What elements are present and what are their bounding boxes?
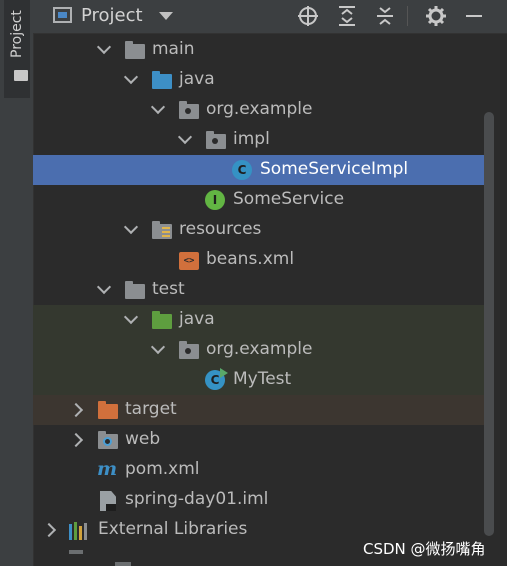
tree-item-someservice[interactable]: I SomeService — [33, 185, 493, 215]
resources-folder-icon — [152, 221, 172, 239]
chevron-down-icon[interactable] — [159, 12, 173, 20]
tree-item-test[interactable]: test — [33, 275, 493, 305]
tree-item-beans-xml[interactable]: <> beans.xml — [33, 245, 493, 275]
package-icon — [206, 131, 226, 149]
chevron-down-icon[interactable] — [177, 129, 193, 145]
package-icon — [179, 101, 199, 119]
tree-item-label: web — [125, 429, 161, 449]
chevron-right-icon[interactable] — [68, 402, 84, 418]
test-class-icon: C — [205, 368, 228, 390]
chevron-down-icon[interactable] — [150, 99, 166, 115]
tree-item-iml[interactable]: spring-day01.iml — [33, 485, 493, 515]
web-folder-icon — [98, 431, 118, 449]
project-tree: main java org.example impl C SomeService… — [33, 34, 507, 566]
source-folder-icon — [152, 71, 172, 89]
class-icon: C — [232, 160, 252, 180]
tree-item-label: target — [125, 399, 177, 419]
vertical-scrollbar[interactable] — [484, 112, 494, 536]
tree-item-label: test — [152, 279, 185, 299]
tree-item-label: SomeServiceImpl — [260, 159, 409, 179]
view-selector-title[interactable]: Project — [81, 5, 143, 26]
tree-item-label: org.example — [206, 99, 313, 119]
chevron-down-icon[interactable] — [123, 219, 139, 235]
settings-icon[interactable] — [425, 5, 447, 27]
tree-item-mytest[interactable]: C MyTest — [33, 365, 493, 395]
tree-item-pom-xml[interactable]: m pom.xml — [33, 455, 493, 485]
expand-all-icon[interactable] — [336, 5, 358, 27]
project-tool-tab[interactable]: Project — [4, 0, 30, 98]
tree-item-label: External Libraries — [98, 519, 248, 539]
tree-item-label: SomeService — [233, 189, 345, 209]
chevron-down-icon[interactable] — [123, 69, 139, 85]
libraries-icon — [69, 522, 91, 540]
tree-item-resources[interactable]: resources — [33, 215, 493, 245]
tree-item-label: main — [152, 39, 195, 59]
xml-file-icon: <> — [179, 252, 199, 270]
tree-item-label: pom.xml — [125, 459, 200, 479]
tree-item-impl[interactable]: impl — [33, 125, 493, 155]
tree-item-label: org.example — [206, 339, 313, 359]
tree-item-label: java — [179, 309, 215, 329]
folder-icon — [125, 41, 145, 59]
chevron-down-icon[interactable] — [123, 309, 139, 325]
chevron-down-icon[interactable] — [96, 279, 112, 295]
folder-icon — [125, 281, 145, 299]
project-header: Project — [33, 0, 507, 34]
tree-item-package-test[interactable]: org.example — [33, 335, 493, 365]
tree-item-package-main[interactable]: org.example — [33, 95, 493, 125]
chevron-right-icon[interactable] — [41, 522, 57, 538]
chevron-down-icon[interactable] — [96, 39, 112, 55]
collapse-all-icon[interactable] — [374, 5, 396, 27]
tree-item-target[interactable]: target — [33, 395, 493, 425]
tree-item-main[interactable]: main — [33, 35, 493, 65]
tree-item-label: spring-day01.iml — [125, 489, 269, 509]
iml-file-icon — [100, 491, 116, 511]
test-source-folder-icon — [152, 311, 172, 329]
excluded-folder-icon — [98, 401, 118, 419]
chevron-down-icon[interactable] — [150, 339, 166, 355]
partial-row-icon — [115, 562, 131, 566]
tree-item-label: java — [179, 69, 215, 89]
tool-window-strip: Project — [0, 0, 34, 566]
header-divider — [407, 6, 408, 26]
tree-item-label: impl — [233, 129, 270, 149]
tree-item-someserviceimpl[interactable]: C SomeServiceImpl — [33, 155, 493, 185]
tree-item-java-source[interactable]: java — [33, 65, 493, 95]
project-view-icon — [53, 7, 72, 23]
tree-item-java-test[interactable]: java — [33, 305, 493, 335]
maven-icon: m — [97, 458, 118, 480]
tree-item-label: MyTest — [233, 369, 292, 389]
interface-icon: I — [205, 190, 225, 210]
folder-icon — [14, 70, 28, 81]
chevron-right-icon[interactable] — [68, 432, 84, 448]
tree-item-label: resources — [179, 219, 262, 239]
project-tab-label: Project — [9, 10, 25, 58]
tree-item-web[interactable]: web — [33, 425, 493, 455]
tree-item-label: beans.xml — [206, 249, 295, 269]
hide-icon[interactable] — [463, 5, 485, 27]
package-icon — [179, 341, 199, 359]
locate-icon[interactable] — [297, 5, 319, 27]
partial-row-icon — [69, 550, 83, 554]
watermark: CSDN @微扬嘴角 — [363, 540, 486, 558]
